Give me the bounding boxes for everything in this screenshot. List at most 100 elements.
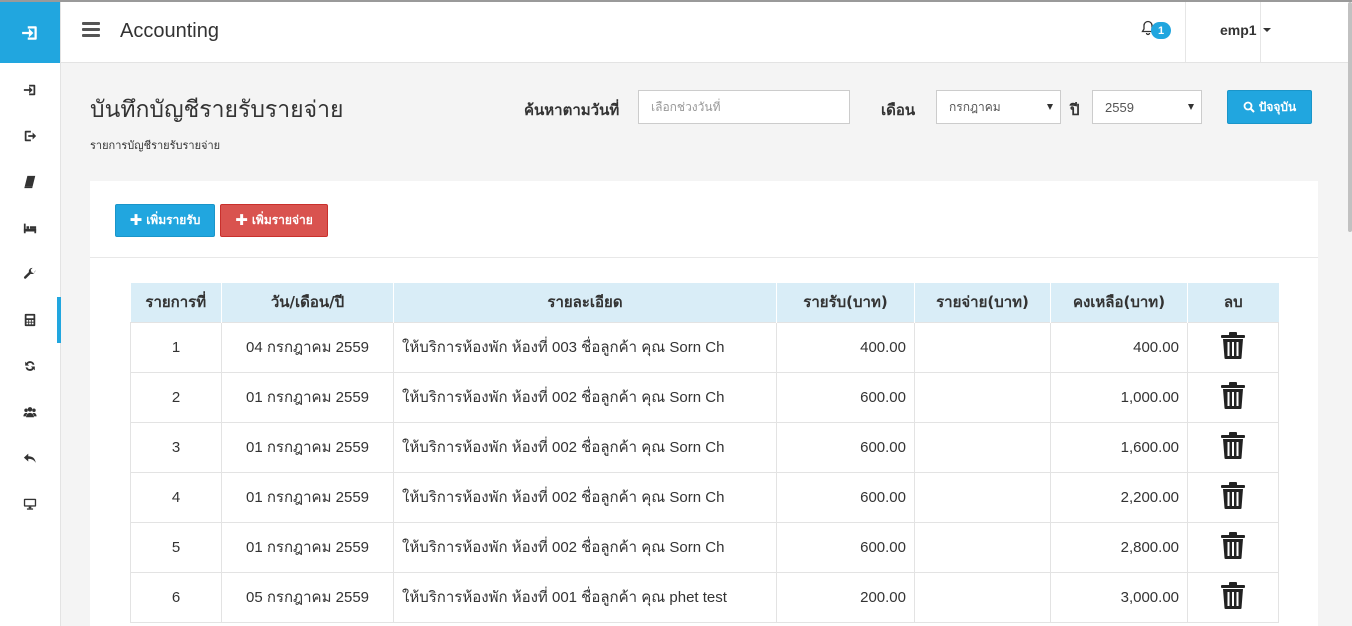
notification-badge: 1	[1151, 22, 1171, 39]
sidebar-item-refresh[interactable]	[0, 343, 60, 389]
row-delete-cell	[1187, 421, 1279, 473]
row-income: 200.00	[776, 571, 915, 623]
row-number: 2	[130, 371, 222, 423]
scrollbar[interactable]	[1348, 2, 1352, 232]
row-expense	[914, 321, 1051, 373]
sidebar-item-settings[interactable]	[0, 251, 60, 297]
add-income-label: เพิ่มรายรับ	[146, 213, 201, 227]
plus-icon: ✚	[129, 211, 143, 229]
row-date: 01 กรกฎาคม 2559	[221, 371, 394, 423]
desktop-icon	[23, 498, 37, 510]
row-date: 01 กรกฎาคม 2559	[221, 471, 394, 523]
row-detail: ให้บริการห้องพัก ห้องที่ 002 ชื่อลูกค้า …	[393, 521, 777, 573]
row-date: 04 กรกฎาคม 2559	[221, 321, 394, 373]
search-icon	[1243, 101, 1255, 113]
add-income-button[interactable]: ✚ เพิ่มรายรับ	[115, 204, 215, 237]
row-number: 5	[130, 521, 222, 573]
month-label: เดือน	[881, 101, 916, 119]
dropdown-arrow-icon	[1188, 104, 1194, 110]
row-date: 01 กรกฎาคม 2559	[221, 521, 394, 573]
trash-icon[interactable]	[1221, 381, 1245, 409]
row-income: 400.00	[776, 321, 915, 373]
row-expense	[914, 521, 1051, 573]
trash-icon[interactable]	[1221, 331, 1245, 359]
caret-down-icon	[1262, 28, 1271, 32]
reply-icon	[23, 453, 36, 463]
wrench-icon	[23, 267, 36, 279]
row-number: 3	[130, 421, 222, 473]
row-balance: 2,200.00	[1050, 471, 1188, 523]
sidebar-item-checkout[interactable]	[0, 113, 60, 159]
month-select-value: กรกฎาคม	[949, 99, 1001, 114]
trash-icon[interactable]	[1221, 431, 1245, 459]
sidebar	[0, 2, 61, 626]
year-select[interactable]: 2559	[1092, 90, 1202, 124]
trash-icon[interactable]	[1221, 481, 1245, 509]
page-subtitle: รายการบัญชีรายรับรายจ่าย	[90, 139, 221, 152]
user-name: emp1	[1220, 22, 1257, 38]
row-delete-cell	[1187, 521, 1279, 573]
sidebar-item-book[interactable]	[0, 159, 60, 205]
sidebar-item-display[interactable]	[0, 481, 60, 527]
sign-in-icon	[23, 84, 36, 96]
row-expense	[914, 471, 1051, 523]
row-delete-cell	[1187, 471, 1279, 523]
menu-toggle-icon[interactable]	[82, 22, 100, 38]
row-detail: ให้บริการห้องพัก ห้องที่ 002 ชื่อลูกค้า …	[393, 371, 777, 423]
row-balance: 1,600.00	[1050, 421, 1188, 473]
add-expense-label: เพิ่มรายจ่าย	[251, 213, 313, 227]
row-number: 1	[130, 321, 222, 373]
column-header: รายจ่าย(บาท)	[914, 283, 1051, 322]
refresh-icon	[25, 361, 35, 371]
users-icon	[23, 407, 37, 418]
row-balance: 400.00	[1050, 321, 1188, 373]
calculator-icon	[24, 313, 36, 327]
column-header: รายการที่	[130, 283, 222, 322]
row-detail: ให้บริการห้องพัก ห้องที่ 001 ชื่อลูกค้า …	[393, 571, 777, 623]
row-detail: ให้บริการห้องพัก ห้องที่ 002 ชื่อลูกค้า …	[393, 471, 777, 523]
sidebar-item-rooms[interactable]	[0, 205, 60, 251]
row-balance: 1,000.00	[1050, 371, 1188, 423]
current-date-button[interactable]: ปัจจุบัน	[1227, 90, 1312, 124]
month-select[interactable]: กรกฎาคม	[936, 90, 1061, 124]
trash-icon[interactable]	[1221, 581, 1245, 609]
row-date: 05 กรกฎาคม 2559	[221, 571, 394, 623]
row-income: 600.00	[776, 471, 915, 523]
user-menu[interactable]: emp1	[1220, 22, 1271, 38]
table-row: 3 01 กรกฎาคม 2559 ให้บริการห้องพัก ห้องที่…	[130, 421, 1279, 473]
row-expense	[914, 421, 1051, 473]
sidebar-item-checkin[interactable]	[0, 67, 60, 113]
ledger-table: รายการที่ วัน/เดือน/ปี รายละเอียด รายรับ…	[130, 283, 1279, 623]
row-income: 600.00	[776, 371, 915, 423]
panel-divider	[90, 257, 1318, 258]
book-icon	[24, 175, 36, 189]
row-detail: ให้บริการห้องพัก ห้องที่ 003 ชื่อลูกค้า …	[393, 321, 777, 373]
table-row: 1 04 กรกฎาคม 2559 ให้บริการห้องพัก ห้องที่…	[130, 321, 1279, 373]
trash-icon[interactable]	[1221, 531, 1245, 559]
year-label: ปี	[1070, 101, 1080, 119]
row-expense	[914, 571, 1051, 623]
row-delete-cell	[1187, 371, 1279, 423]
sidebar-item-accounting[interactable]	[0, 297, 61, 343]
brand-button[interactable]	[0, 2, 60, 63]
row-balance: 2,800.00	[1050, 521, 1188, 573]
column-header: ลบ	[1187, 283, 1279, 322]
sidebar-item-back[interactable]	[0, 435, 60, 481]
current-date-label: ปัจจุบัน	[1258, 99, 1297, 114]
row-date: 01 กรกฎาคม 2559	[221, 421, 394, 473]
plus-icon: ✚	[235, 211, 248, 229]
add-expense-button[interactable]: ✚ เพิ่มรายจ่าย	[220, 204, 328, 237]
date-range-input[interactable]	[638, 90, 850, 124]
row-income: 600.00	[776, 421, 915, 473]
column-header: คงเหลือ(บาท)	[1050, 283, 1188, 322]
row-income: 600.00	[776, 521, 915, 573]
sidebar-item-users[interactable]	[0, 389, 60, 435]
date-search-label: ค้นหาตามวันที่	[524, 101, 620, 119]
row-delete-cell	[1187, 571, 1279, 623]
bed-icon	[23, 223, 37, 234]
row-balance: 3,000.00	[1050, 571, 1188, 623]
row-detail: ให้บริการห้องพัก ห้องที่ 002 ชื่อลูกค้า …	[393, 421, 777, 473]
table-row: 6 05 กรกฎาคม 2559 ให้บริการห้องพัก ห้องที่…	[130, 571, 1279, 623]
column-header: รายรับ(บาท)	[776, 283, 915, 322]
page-title: บันทึกบัญชีรายรับรายจ่าย	[90, 97, 344, 123]
